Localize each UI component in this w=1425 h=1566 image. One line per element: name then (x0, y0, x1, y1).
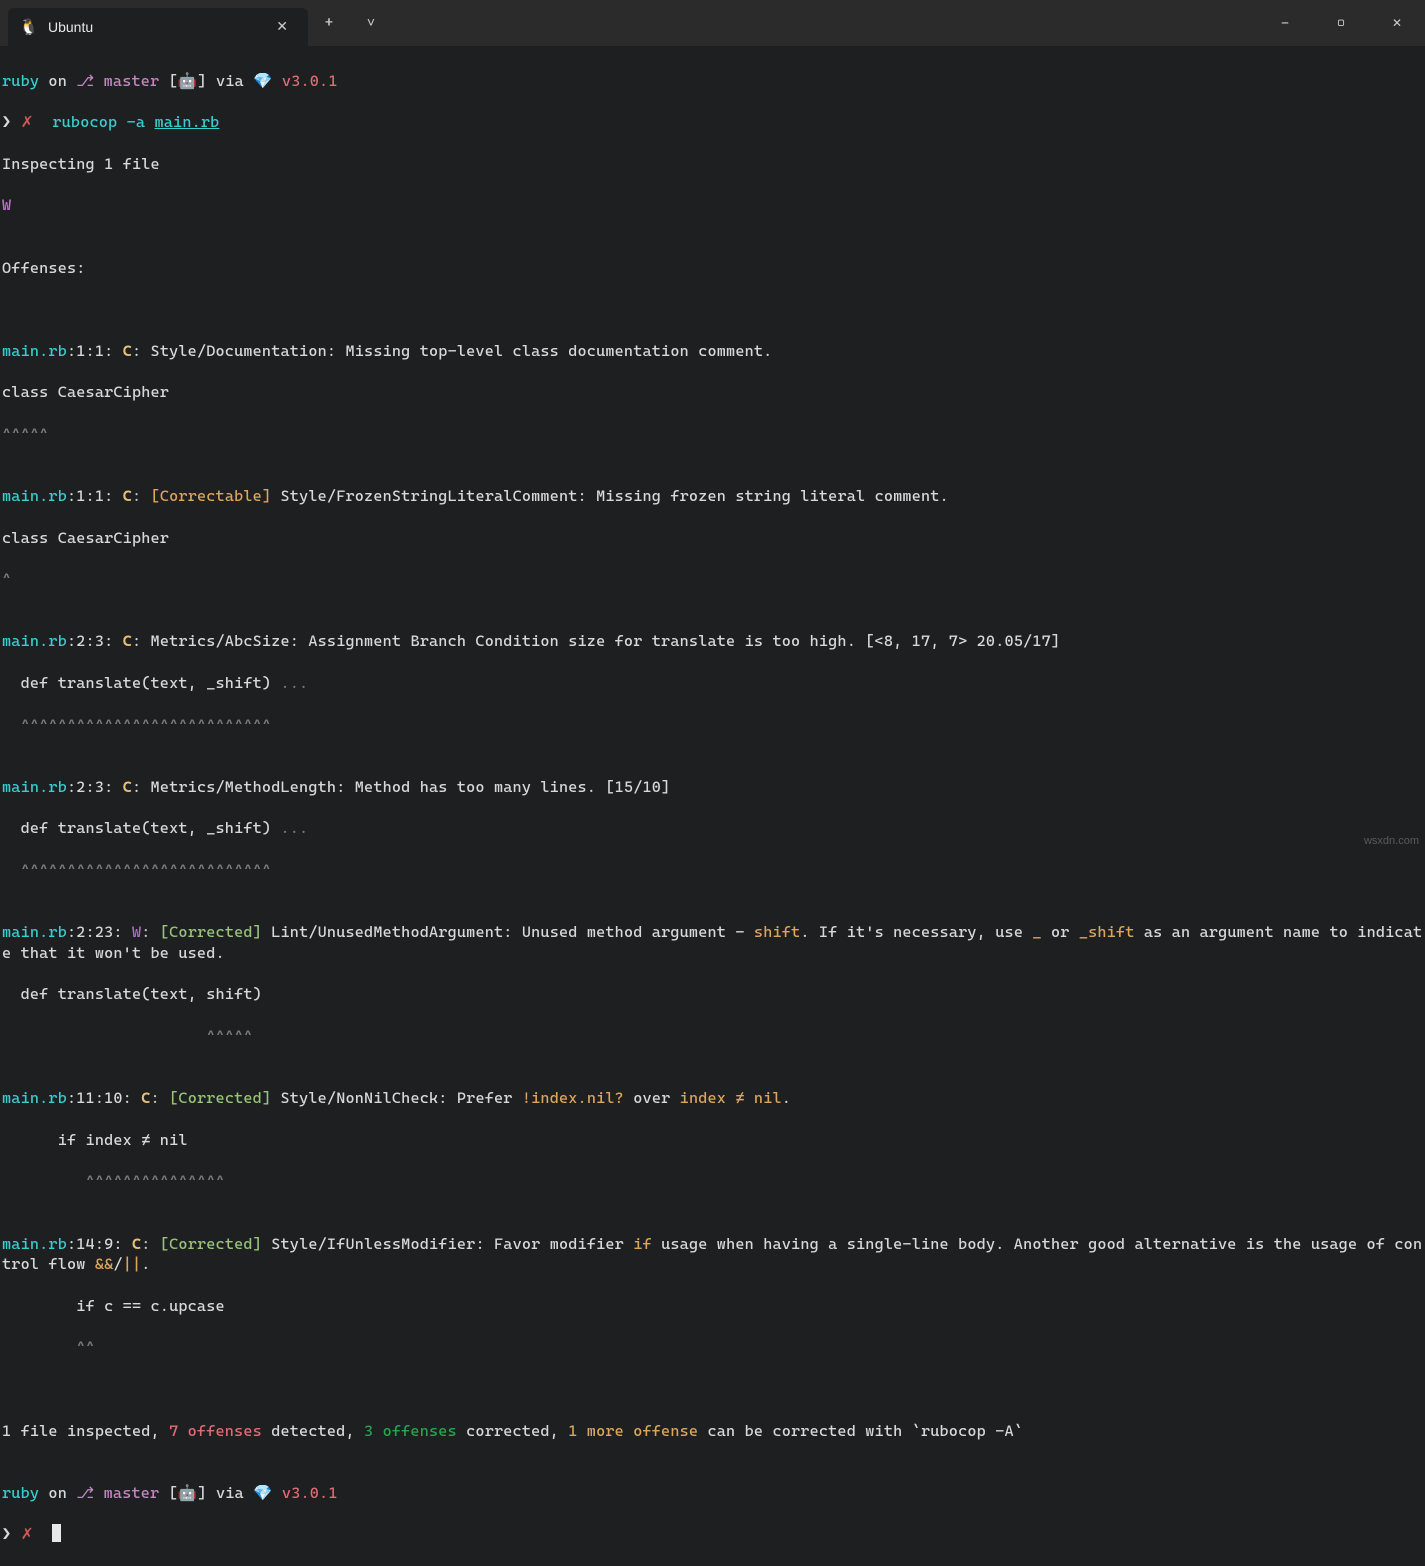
tab-title: Ubuntu (48, 18, 260, 37)
branch-icon: ⎇ (76, 72, 94, 90)
new-tab-button[interactable]: + (308, 2, 350, 44)
robot-icon: 🤖 (178, 72, 198, 90)
offense-2: main.rb:1:1: C: [Correctable] Style/Froz… (2, 486, 1425, 507)
prompt-input[interactable]: ❯ ✗ (2, 1524, 1425, 1545)
cursor (52, 1524, 61, 1542)
diamond-icon: 💎 (253, 1484, 273, 1502)
offenses-header: Offenses: (2, 258, 1425, 279)
shell-icon: ❯ (2, 113, 11, 131)
tux-icon: 🐧 (20, 18, 38, 36)
cross-icon: ✗ (21, 1525, 34, 1543)
shell-icon: ❯ (2, 1525, 11, 1543)
offense-3: main.rb:2:3: C: Metrics/AbcSize: Assignm… (2, 631, 1425, 652)
terminal-output[interactable]: ruby on ⎇ master [🤖] via 💎 v3.0.1 ❯ ✗ ru… (0, 46, 1425, 1566)
diamond-icon: 💎 (253, 72, 273, 90)
offense-6: main.rb:11:10: C: [Corrected] Style/NonN… (2, 1088, 1425, 1109)
prompt-line: ruby on ⎇ master [🤖] via 💎 v3.0.1 (2, 71, 1425, 92)
offense-4: main.rb:2:3: C: Metrics/MethodLength: Me… (2, 777, 1425, 798)
robot-icon: 🤖 (178, 1484, 198, 1502)
cross-icon: ✗ (21, 113, 34, 131)
window-controls: — ▢ ✕ (1257, 0, 1425, 46)
command-line: ❯ ✗ rubocop -a main.rb (2, 112, 1425, 133)
watermark: wsxdn.com (1364, 834, 1419, 849)
tab-ubuntu[interactable]: 🐧 Ubuntu ✕ (8, 8, 308, 46)
close-button[interactable]: ✕ (1369, 0, 1425, 46)
offense-5: main.rb:2:23: W: [Corrected] Lint/Unused… (2, 922, 1425, 964)
output-inspecting: Inspecting 1 file (2, 154, 1425, 175)
tab-dropdown-button[interactable]: ˅ (350, 2, 392, 44)
maximize-button[interactable]: ▢ (1313, 0, 1369, 46)
minimize-button[interactable]: — (1257, 0, 1313, 46)
titlebar: 🐧 Ubuntu ✕ + ˅ — ▢ ✕ (0, 0, 1425, 46)
offense-7: main.rb:14:9: C: [Corrected] Style/IfUnl… (2, 1234, 1425, 1276)
tab-close-button[interactable]: ✕ (270, 16, 294, 39)
offense-1: main.rb:1:1: C: Style/Documentation: Mis… (2, 341, 1425, 362)
branch-icon: ⎇ (76, 1484, 94, 1502)
summary-line: 1 file inspected, 7 offenses detected, 3… (2, 1421, 1425, 1442)
output-status-w: W (2, 195, 1425, 216)
prompt-line-2: ruby on ⎇ master [🤖] via 💎 v3.0.1 (2, 1483, 1425, 1504)
